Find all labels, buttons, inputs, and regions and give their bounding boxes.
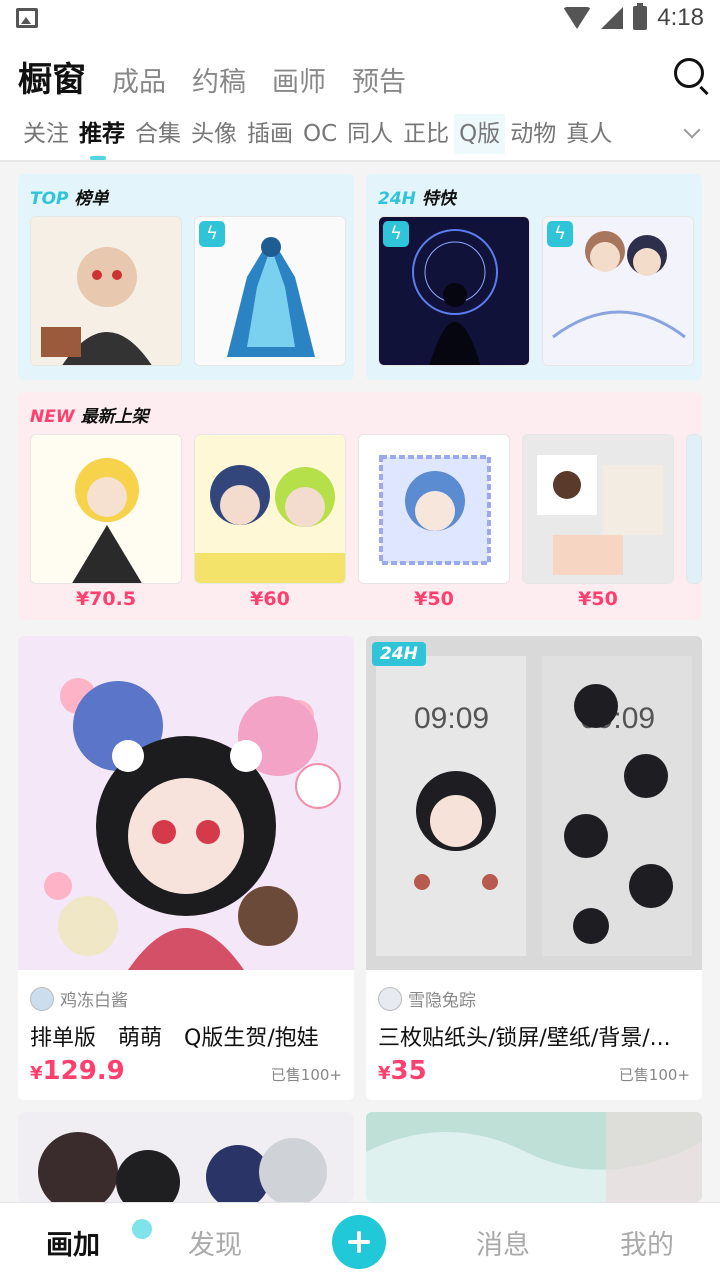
new-thumb[interactable] <box>522 434 674 584</box>
chevron-down-icon[interactable] <box>683 121 701 139</box>
product-price: ¥35 <box>378 1056 427 1086</box>
subtab-real[interactable]: 真人 <box>561 114 617 154</box>
avatar[interactable] <box>378 986 402 1011</box>
new-thumb[interactable] <box>194 434 346 584</box>
sold-count: 已售100+ <box>270 1066 342 1084</box>
sold-count: 已售100+ <box>618 1066 690 1084</box>
header: 橱窗 成品 约稿 画师 预告 关注 推荐 合集 头像 插画 OC 同人 正比 Q… <box>0 36 720 162</box>
svg-text:09:09: 09:09 <box>414 702 489 735</box>
main-tabs: 橱窗 成品 约稿 画师 预告 <box>18 52 406 101</box>
new-price: ¥60 <box>250 588 290 610</box>
subtab-fanart[interactable]: 同人 <box>342 114 398 154</box>
product-image[interactable] <box>18 636 354 970</box>
battery-icon <box>633 3 648 30</box>
status-bar: 4:18 <box>0 0 720 36</box>
artist-name: 雪隐兔踪 <box>408 991 476 1011</box>
add-icon[interactable] <box>332 1215 386 1269</box>
nav-messages[interactable]: 消息 <box>476 1223 530 1262</box>
new-arrivals-panel[interactable]: NEW 最新上架 ¥70.5 ¥60 ¥50 ¥50 <box>18 392 702 620</box>
category-tabs: 关注 推荐 合集 头像 插画 OC 同人 正比 Q版 动物 真人 <box>18 114 617 160</box>
express-icon: ϟ <box>199 221 225 247</box>
new-price: ¥50 <box>414 588 454 610</box>
express-icon: ϟ <box>547 221 573 247</box>
ranking-thumb[interactable] <box>30 216 182 366</box>
subtab-illustration[interactable]: 插画 <box>242 114 298 154</box>
nav-discover[interactable]: 发现 <box>188 1223 242 1262</box>
product-price: ¥129.9 <box>30 1056 125 1086</box>
new-thumb[interactable] <box>30 434 182 584</box>
new-price: ¥70.5 <box>75 588 137 610</box>
signal-icon <box>601 7 624 29</box>
panel-title: 24H 特快 <box>378 189 456 209</box>
wifi-icon <box>563 7 592 29</box>
tab-commission[interactable]: 约稿 <box>192 60 246 99</box>
product-card[interactable]: 09:09 09:09 24H 雪隐兔踪 三枚贴纸头/锁屏/壁纸/背景/... … <box>366 636 702 1100</box>
express-panel[interactable]: 24H 特快 ϟ ϟ <box>366 174 702 380</box>
notification-dot <box>132 1219 152 1239</box>
subtab-chibi[interactable]: Q版 <box>454 114 506 154</box>
nav-home[interactable]: 画加 <box>46 1219 152 1262</box>
subtab-proportion[interactable]: 正比 <box>398 114 454 154</box>
product-card[interactable]: 鸡冻白酱 排单版 萌萌 Q版生贺/抱娃 ¥129.9 已售100+ <box>18 636 354 1100</box>
bottom-nav: 画加 发现 消息 我的 <box>0 1202 720 1280</box>
express-thumb[interactable]: ϟ <box>378 216 530 366</box>
avatar[interactable] <box>30 986 54 1011</box>
feed[interactable]: TOP 榜单 ϟ 24H 特快 ϟ ϟ NEW 最新上架 ¥70.5 ¥60 ¥… <box>0 164 720 1202</box>
nav-profile[interactable]: 我的 <box>620 1223 674 1262</box>
product-title: 三枚贴纸头/锁屏/壁纸/背景/... <box>378 1026 671 1051</box>
subtab-avatar[interactable]: 头像 <box>186 114 242 154</box>
new-thumb[interactable] <box>358 434 510 584</box>
search-icon[interactable] <box>674 58 704 88</box>
product-card[interactable] <box>366 1112 702 1202</box>
tab-showcase[interactable]: 橱窗 <box>18 52 86 101</box>
artist-info[interactable]: 鸡冻白酱 <box>30 986 128 1011</box>
panel-title: NEW 最新上架 <box>30 407 149 427</box>
product-image[interactable] <box>366 1112 702 1202</box>
gallery-icon <box>16 8 38 28</box>
product-title: 排单版 萌萌 Q版生贺/抱娃 <box>30 1026 319 1051</box>
new-thumb[interactable] <box>686 434 702 584</box>
tab-artists[interactable]: 画师 <box>272 60 326 99</box>
subtab-animal[interactable]: 动物 <box>505 114 561 154</box>
top-ranking-panel[interactable]: TOP 榜单 ϟ <box>18 174 354 380</box>
artist-name: 鸡冻白酱 <box>60 991 128 1011</box>
subtab-recommend[interactable]: 推荐 <box>74 114 130 160</box>
tab-finished[interactable]: 成品 <box>112 60 166 99</box>
subtab-collection[interactable]: 合集 <box>130 114 186 154</box>
product-image[interactable] <box>18 1112 354 1202</box>
status-time: 4:18 <box>657 4 704 31</box>
express-badge: 24H <box>372 642 426 666</box>
subtab-follow[interactable]: 关注 <box>18 114 74 154</box>
express-icon: ϟ <box>383 221 409 247</box>
panel-title: TOP 榜单 <box>30 189 109 209</box>
product-card[interactable] <box>18 1112 354 1202</box>
artist-info[interactable]: 雪隐兔踪 <box>378 986 476 1011</box>
new-price: ¥50 <box>578 588 618 610</box>
ranking-thumb[interactable]: ϟ <box>194 216 346 366</box>
express-thumb[interactable]: ϟ <box>542 216 694 366</box>
tab-preview[interactable]: 预告 <box>352 60 406 99</box>
product-image[interactable]: 09:09 09:09 24H <box>366 636 702 970</box>
subtab-oc[interactable]: OC <box>298 114 342 154</box>
